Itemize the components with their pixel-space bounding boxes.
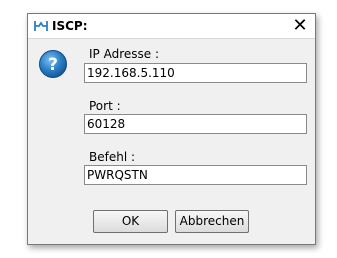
port-label: Port : [89,99,121,113]
window-title: ISCP: [52,19,88,33]
port-input[interactable] [84,114,307,134]
title-bar: ISCP: ✕ [28,14,315,39]
iscp-dialog: ISCP: ✕ ? IP Adresse : Port : Befehl : O… [27,13,316,245]
svg-text:?: ? [48,55,58,75]
iscp-logo-icon [34,21,48,31]
close-icon: ✕ [292,15,308,36]
ip-address-input[interactable] [84,63,307,83]
command-input[interactable] [84,165,307,185]
close-button[interactable]: ✕ [291,16,309,36]
question-icon: ? [39,50,67,78]
cancel-button[interactable]: Abbrechen [175,210,249,233]
ok-button[interactable]: OK [93,210,168,233]
ip-address-label: IP Adresse : [89,47,160,61]
command-label: Befehl : [89,150,136,164]
